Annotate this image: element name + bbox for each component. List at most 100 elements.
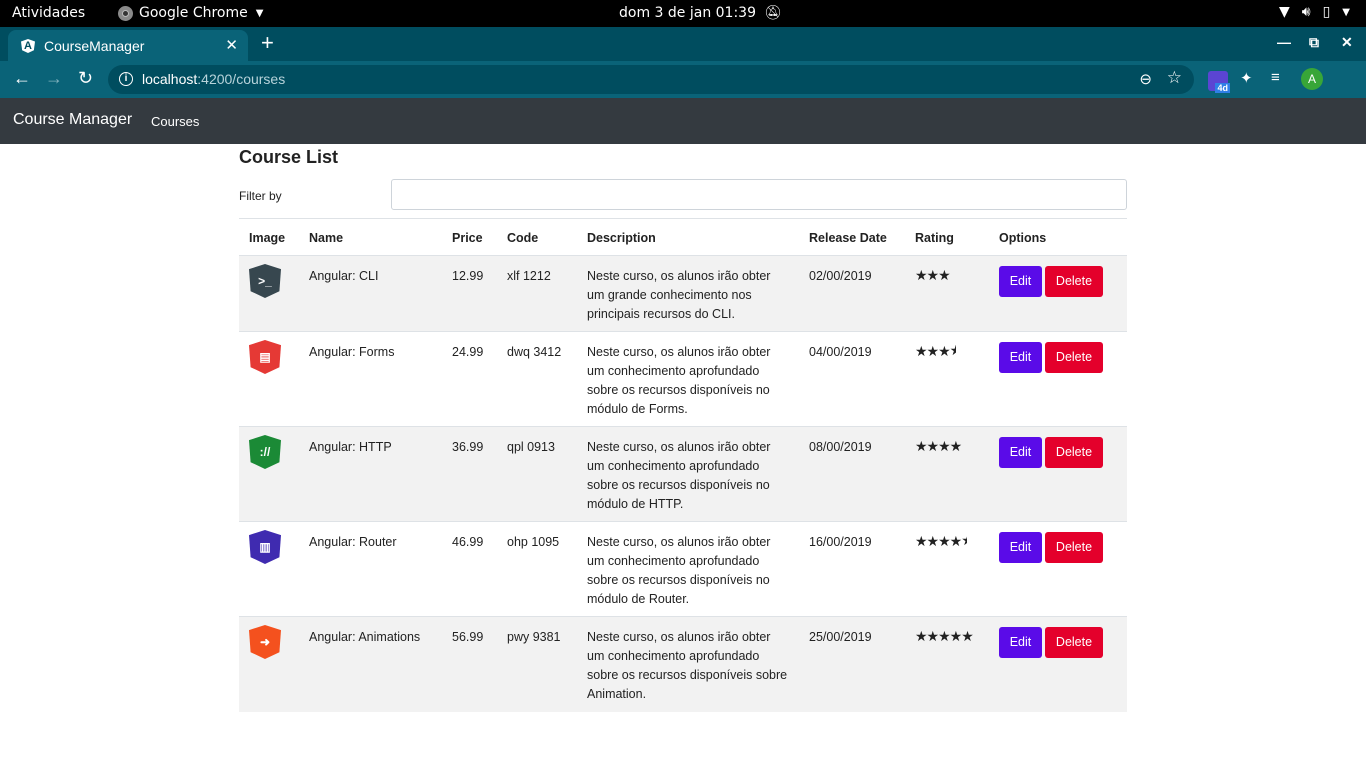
app-menu-label: Google Chrome	[139, 5, 248, 21]
bookmark-star-icon[interactable]: ☆	[1167, 68, 1182, 88]
table-row: ▥ Angular: Router 46.99 ohp 1095 Neste curso…	[239, 521, 1127, 617]
edit-button[interactable]: Edit	[999, 627, 1042, 658]
navbar-brand[interactable]: Course Manager	[13, 111, 132, 129]
restore-icon[interactable]: ⧉	[1309, 34, 1319, 51]
rating-stars: ★★★	[915, 267, 951, 283]
app-navbar: Course Manager Courses	[0, 98, 1366, 144]
minimize-icon[interactable]: —	[1277, 34, 1291, 50]
clock[interactable]: dom 3 de jan 01:39 🔕︎	[619, 5, 782, 21]
animations-icon: ➜	[249, 625, 281, 659]
cell-price: 46.99	[442, 521, 497, 617]
cell-image: ://	[239, 426, 299, 522]
forward-icon[interactable]: →	[45, 69, 63, 87]
course-table: Image Name Price Code Description Releas…	[239, 218, 1127, 712]
system-top-bar: Atividades Google Chrome ▼ dom 3 de jan …	[0, 0, 1366, 27]
cli-icon: >_	[249, 264, 281, 298]
table-row: ▤ Angular: Forms 24.99 dwq 3412 Neste curso,…	[239, 331, 1127, 427]
delete-button[interactable]: Delete	[1045, 437, 1103, 468]
url-path: :4200/courses	[197, 71, 286, 87]
cell-rating: ★★★★	[905, 426, 989, 522]
delete-button[interactable]: Delete	[1045, 342, 1103, 373]
zoom-icon[interactable]: ⊖	[1139, 70, 1152, 88]
delete-button[interactable]: Delete	[1045, 627, 1103, 658]
header-name: Name	[299, 218, 442, 256]
media-queue-icon[interactable]: ≡	[1271, 69, 1280, 86]
new-tab-button[interactable]: +	[261, 32, 274, 54]
tab-coursemanager[interactable]: A CourseManager ✕	[8, 30, 248, 61]
app-menu[interactable]: Google Chrome ▼	[118, 5, 263, 21]
cell-name: Angular: Router	[299, 521, 442, 617]
site-info-icon[interactable]: i	[119, 72, 133, 86]
delete-button[interactable]: Delete	[1045, 532, 1103, 563]
extensions-puzzle-icon[interactable]: ✦	[1240, 69, 1253, 87]
cell-price: 12.99	[442, 255, 497, 332]
activities-button[interactable]: Atividades	[12, 5, 85, 21]
header-options: Options	[989, 218, 1127, 256]
reload-icon[interactable]: ↻	[78, 69, 93, 87]
cell-name: Angular: Forms	[299, 331, 442, 427]
half-star-icon: ★	[950, 343, 956, 357]
header-rating: Rating	[905, 218, 989, 256]
tray-caret-icon: ▼	[1342, 6, 1350, 18]
cell-code: xlf 1212	[497, 255, 577, 332]
http-icon: ://	[249, 435, 281, 469]
half-star-icon: ★	[961, 533, 967, 547]
cell-image: ➜	[239, 616, 299, 712]
nav-link-courses[interactable]: Courses	[151, 114, 199, 129]
forms-icon: ▤	[249, 340, 281, 374]
cell-description: Neste curso, os alunos irão obter um con…	[577, 521, 799, 617]
edit-button[interactable]: Edit	[999, 342, 1042, 373]
page-title: Course List	[239, 147, 339, 167]
cell-code: pwy 9381	[497, 616, 577, 712]
filter-input[interactable]	[391, 179, 1127, 210]
cell-price: 24.99	[442, 331, 497, 427]
header-price: Price	[442, 218, 497, 256]
cell-image: ▤	[239, 331, 299, 427]
header-code: Code	[497, 218, 577, 256]
url-host: localhost	[142, 71, 198, 87]
url-text: localhost:4200/courses	[142, 71, 285, 87]
icon-glyph: ▤	[259, 349, 271, 364]
table-row: >_ Angular: CLI 12.99 xlf 1212 Neste curso, …	[239, 255, 1127, 332]
rating-stars: ★★★★★	[915, 533, 967, 549]
rating-stars: ★★★★	[915, 343, 956, 359]
table-row: ➜ Angular: Animations 56.99 pwy 9381 Neste c…	[239, 616, 1127, 712]
wifi-icon: ▼	[1278, 4, 1290, 20]
table-header-row: Image Name Price Code Description Releas…	[239, 218, 1127, 256]
cell-description: Neste curso, os alunos irão obter um con…	[577, 331, 799, 427]
edit-button[interactable]: Edit	[999, 437, 1042, 468]
cell-description: Neste curso, os alunos irão obter um con…	[577, 616, 799, 712]
cell-description: Neste curso, os alunos irão obter um gra…	[577, 255, 799, 332]
cell-release-date: 25/00/2019	[799, 616, 905, 712]
edit-button[interactable]: Edit	[999, 532, 1042, 563]
icon-glyph: ://	[259, 444, 271, 459]
edit-button[interactable]: Edit	[999, 266, 1042, 297]
cell-options: Edit Delete	[989, 426, 1127, 522]
address-bar[interactable]: i localhost:4200/courses ⊖ ☆	[108, 65, 1194, 94]
header-description: Description	[577, 218, 799, 256]
cell-rating: ★★★★★	[905, 521, 989, 617]
icon-glyph: ➜	[259, 634, 271, 649]
cell-release-date: 08/00/2019	[799, 426, 905, 522]
cell-rating: ★★★★	[905, 331, 989, 427]
extension-4d-icon[interactable]: 4d	[1208, 71, 1230, 93]
clock-label: dom 3 de jan 01:39	[619, 5, 756, 21]
profile-avatar[interactable]: A	[1301, 68, 1323, 90]
header-release-date: Release Date	[799, 218, 905, 256]
cell-release-date: 02/00/2019	[799, 255, 905, 332]
cell-rating: ★★★	[905, 255, 989, 332]
router-icon: ▥	[249, 530, 281, 564]
main-content: Course List Filter by Image Name Price C…	[239, 144, 1127, 712]
back-icon[interactable]: ←	[13, 69, 31, 87]
close-tab-icon[interactable]: ✕	[225, 36, 238, 54]
caret-down-icon: ▼	[255, 7, 264, 19]
filter-row: Filter by	[239, 176, 1127, 216]
angular-favicon-icon: A	[21, 39, 35, 53]
delete-button[interactable]: Delete	[1045, 266, 1103, 297]
cell-code: dwq 3412	[497, 331, 577, 427]
filter-label: Filter by	[239, 189, 282, 203]
cell-name: Angular: CLI	[299, 255, 442, 332]
tab-strip: A CourseManager ✕	[0, 27, 1366, 61]
close-window-icon[interactable]: ✕	[1341, 34, 1353, 51]
system-tray[interactable]: ▼ 🔊︎ ▯ ▼	[1279, 4, 1350, 20]
